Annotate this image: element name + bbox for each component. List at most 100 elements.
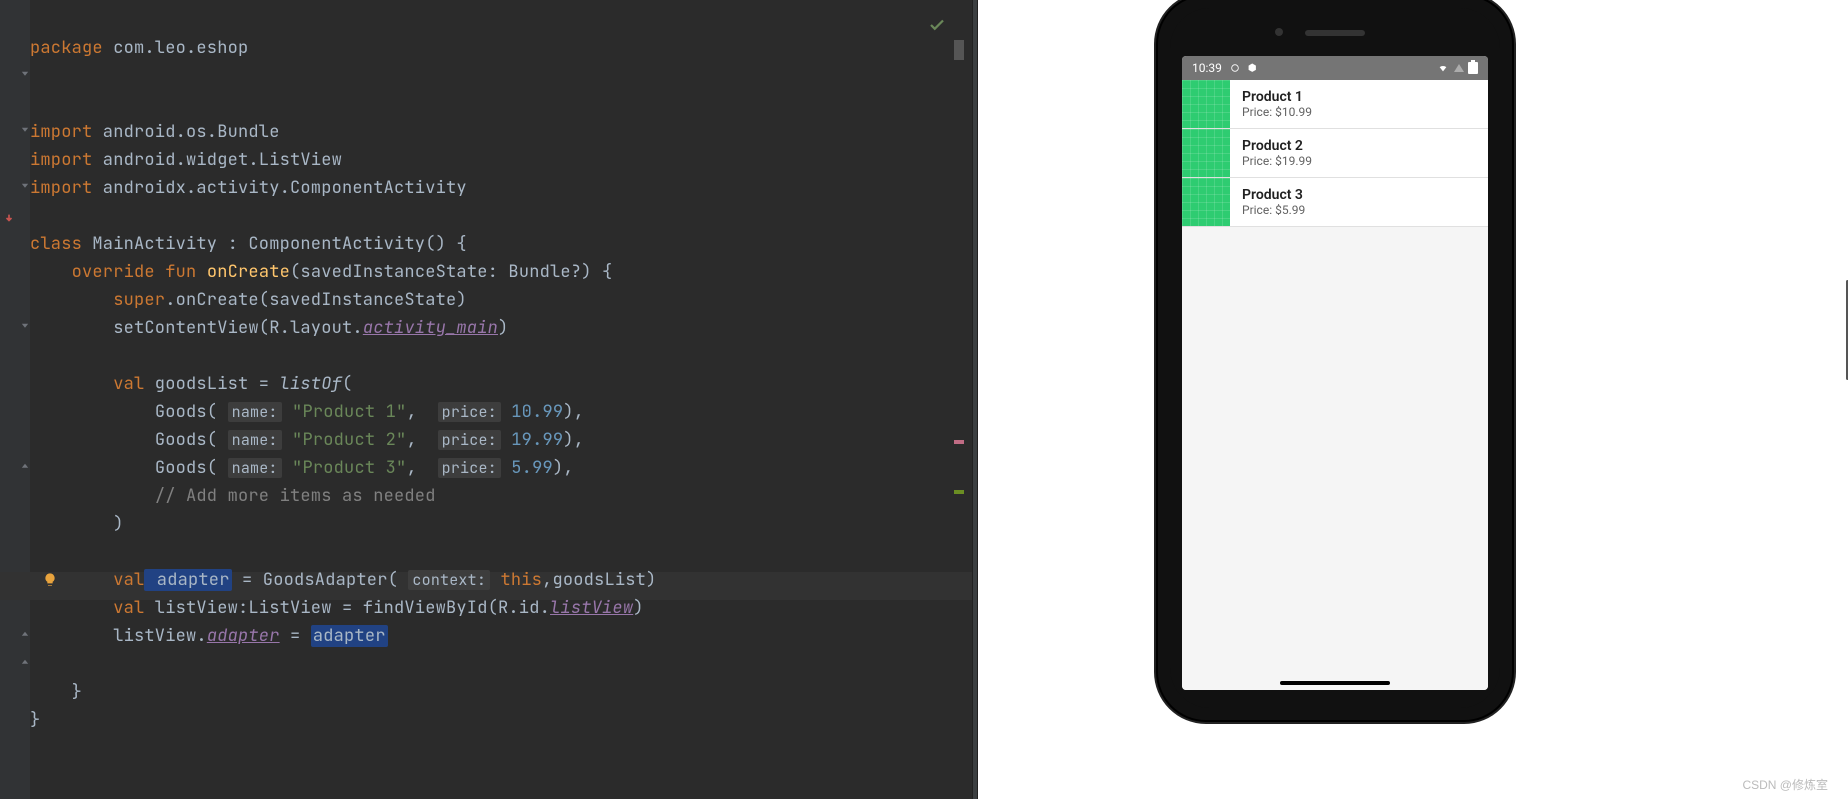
battery-icon: [1468, 62, 1478, 74]
gesture-nav-bar[interactable]: [1182, 676, 1488, 690]
product-thumb-icon: [1182, 178, 1230, 226]
list-item-sub: Price: $5.99: [1242, 203, 1305, 217]
lv-adapter-prop: adapter: [207, 625, 280, 647]
list-item[interactable]: Product 2 Price: $19.99: [1182, 129, 1488, 178]
brace-close-2: }: [30, 709, 40, 731]
goods-close: ),: [563, 401, 584, 423]
stripe-mark[interactable]: [954, 440, 964, 444]
adapter-eq: = GoodsAdapter(: [232, 569, 398, 591]
listof-call: listOf: [280, 373, 342, 395]
hint-name: name:: [228, 430, 282, 450]
list-item[interactable]: Product 3 Price: $5.99: [1182, 178, 1488, 227]
listview-id: listView: [550, 597, 633, 619]
goods-ctor: Goods(: [155, 401, 217, 423]
list-item-title: Product 2: [1242, 138, 1312, 154]
wifi-icon: [1436, 63, 1450, 73]
listview-decl-close: ): [633, 597, 643, 619]
emulator-preview-panel: 10:39 ⬢ Product 1: [978, 0, 1848, 799]
setcontent: setContentView(R.layout.: [30, 317, 363, 339]
goods-ctor: Goods(: [155, 429, 217, 451]
code-content[interactable]: package com.leo.eshop import android.os.…: [30, 6, 942, 762]
kw-override: override: [72, 261, 155, 283]
import-3: androidx.activity.ComponentActivity: [92, 177, 466, 199]
signal-icon: [1454, 64, 1464, 72]
status-bar-left: 10:39 ⬢: [1192, 61, 1257, 75]
fold-icon[interactable]: [20, 182, 30, 192]
fn-oncreate: onCreate: [207, 261, 290, 283]
product-thumb-icon: [1182, 80, 1230, 128]
list-item-title: Product 1: [1242, 89, 1312, 105]
gutter[interactable]: [0, 0, 30, 799]
product-thumb-icon: [1182, 129, 1230, 177]
p2-price: 19.99: [511, 429, 563, 451]
goods-close: ),: [553, 457, 574, 479]
lv-assign-a: listView.: [113, 625, 207, 647]
clock-icon: [1228, 63, 1242, 73]
code-editor[interactable]: package com.leo.eshop import android.os.…: [0, 0, 972, 799]
hint-price: price:: [438, 402, 501, 422]
p1-price: 10.99: [511, 401, 563, 423]
listof-open: (: [342, 373, 352, 395]
class-decl: MainActivity : ComponentActivity() {: [82, 233, 467, 255]
p1-name: "Product 1": [292, 401, 406, 423]
goodslist-var: goodsList =: [144, 373, 279, 395]
kw-val: val: [113, 569, 144, 591]
list-item-title: Product 3: [1242, 187, 1305, 203]
activity-main-ref: activity_main: [363, 317, 498, 339]
list-item-texts: Product 2 Price: $19.99: [1242, 138, 1312, 168]
import-1: android.os.Bundle: [92, 121, 279, 143]
list-item-texts: Product 3 Price: $5.99: [1242, 187, 1305, 217]
kw-fun: fun: [165, 261, 196, 283]
intention-bulb-icon[interactable]: [42, 572, 58, 588]
kw-import: import: [30, 177, 92, 199]
kw-this: this: [500, 569, 542, 591]
kw-import: import: [30, 121, 92, 143]
adapter-tail: ,goodsList): [542, 569, 656, 591]
brace-close-1: }: [72, 681, 82, 703]
lv-assign-eq: =: [280, 625, 311, 647]
stripe-mark[interactable]: [954, 490, 964, 494]
p3-price: 5.99: [511, 457, 553, 479]
status-time: 10:39: [1192, 61, 1222, 75]
list-item-texts: Product 1 Price: $10.99: [1242, 89, 1312, 119]
debug-icon: ⬢: [1248, 63, 1257, 74]
device-screen[interactable]: 10:39 ⬢ Product 1: [1182, 56, 1488, 690]
p3-name: "Product 3": [292, 457, 406, 479]
super-call: .onCreate(savedInstanceState): [165, 289, 467, 311]
stripe-mark[interactable]: [954, 40, 964, 60]
camera-dot-icon: [1275, 28, 1283, 36]
kw-class: class: [30, 233, 82, 255]
fold-icon[interactable]: [20, 126, 30, 136]
fold-icon[interactable]: [20, 462, 30, 472]
listview-decl: listView:ListView = findViewById(R.id.: [144, 597, 550, 619]
kw-val: val: [113, 373, 144, 395]
setcontent-close: ): [498, 317, 508, 339]
oncreate-params: (savedInstanceState: Bundle?) {: [290, 261, 612, 283]
list-item[interactable]: Product 1 Price: $10.99: [1182, 80, 1488, 129]
device-frame: 10:39 ⬢ Product 1: [1158, 0, 1512, 720]
root: package com.leo.eshop import android.os.…: [0, 0, 1848, 799]
fold-icon[interactable]: [20, 70, 30, 80]
p2-name: "Product 2": [292, 429, 406, 451]
nav-pill[interactable]: [1280, 681, 1390, 685]
list-item-sub: Price: $10.99: [1242, 105, 1312, 119]
import-2: android.widget.ListView: [92, 149, 342, 171]
listof-close: ): [113, 513, 123, 535]
fold-icon[interactable]: [20, 630, 30, 640]
goods-ctor: Goods(: [155, 457, 217, 479]
kw-super: super: [113, 289, 165, 311]
fold-icon[interactable]: [20, 658, 30, 668]
status-bar-right: [1436, 62, 1478, 74]
hint-context: context:: [408, 570, 490, 590]
comment-add-more: // Add more items as needed: [155, 485, 436, 507]
hint-price: price:: [438, 430, 501, 450]
fold-icon[interactable]: [20, 322, 30, 332]
adapter-var: adapter: [144, 569, 231, 591]
lv-adapter-ref: adapter: [311, 625, 388, 647]
status-bar: 10:39 ⬢: [1182, 56, 1488, 80]
override-gutter-icon[interactable]: [4, 210, 14, 228]
kw-package: package: [30, 37, 103, 59]
watermark-text: CSDN @修炼室: [1742, 776, 1828, 793]
hint-price: price:: [438, 458, 501, 478]
error-stripe-track[interactable]: [954, 0, 964, 799]
